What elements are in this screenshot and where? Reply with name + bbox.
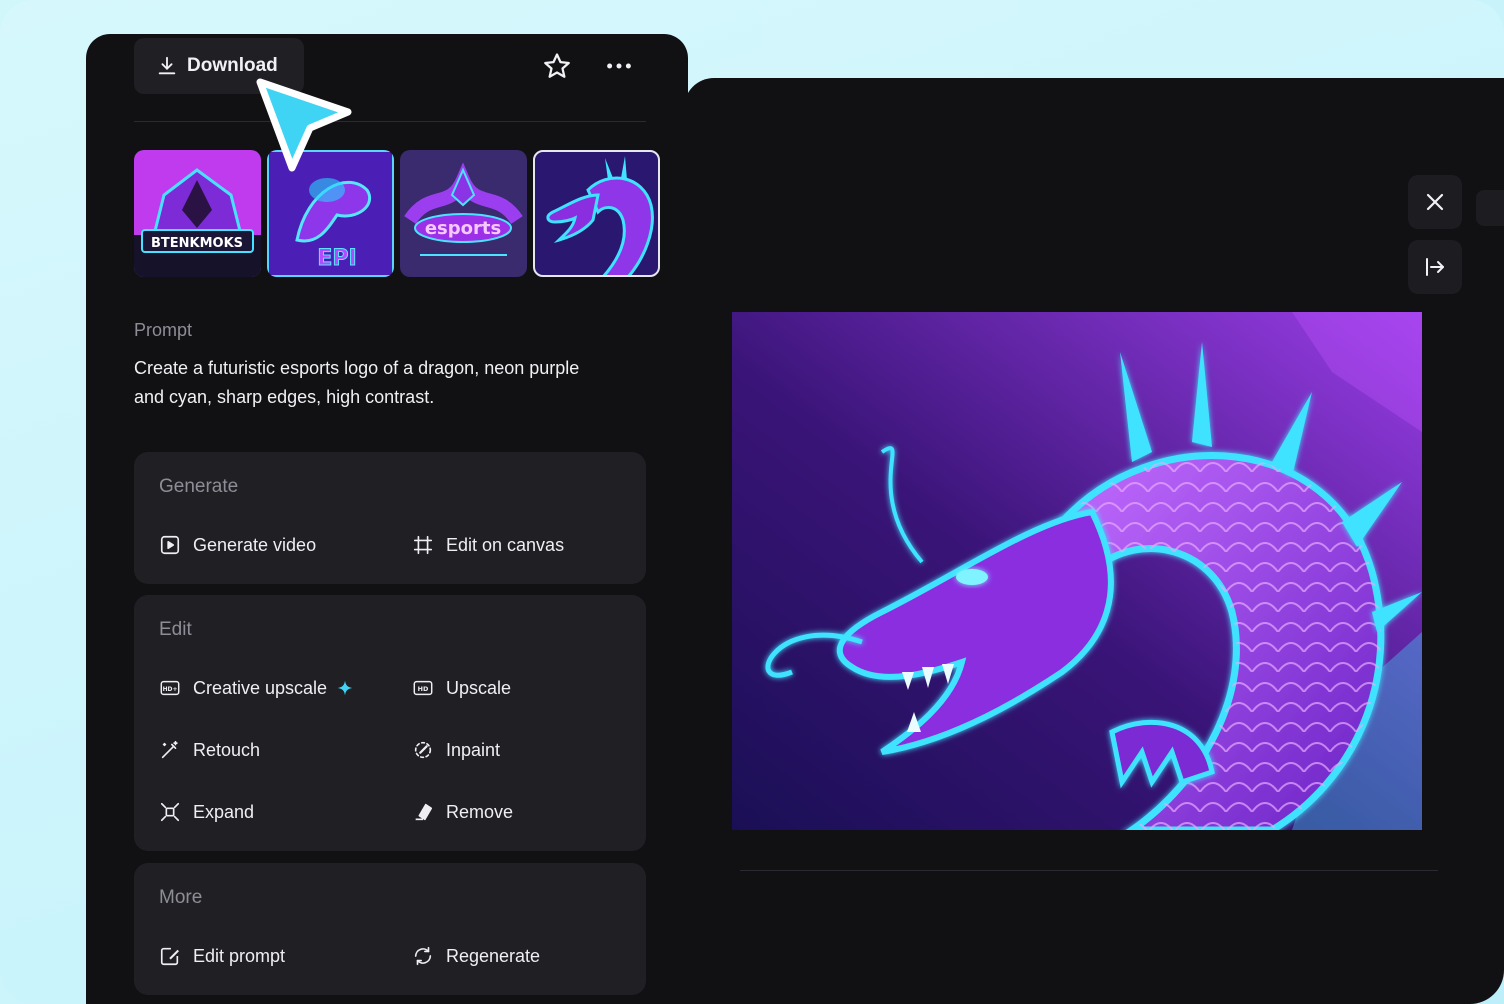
edit-on-canvas-label: Edit on canvas — [446, 534, 565, 555]
regenerate-label: Regenerate — [446, 945, 541, 966]
inpaint-button[interactable]: Inpaint — [412, 739, 500, 761]
remove-button[interactable]: Remove — [412, 801, 513, 823]
hd-plus-icon: HD+ — [160, 680, 180, 696]
eraser-icon — [415, 803, 433, 821]
inpaint-label: Inpaint — [446, 739, 501, 760]
inpaint-brush-icon — [414, 741, 432, 759]
thumbnail-strip: BTENKMOKS EPI esports — [134, 150, 660, 277]
magic-wand-icon — [161, 740, 178, 759]
thumb-btenkmoks[interactable]: BTENKMOKS — [134, 150, 261, 277]
svg-text:EPI: EPI — [317, 246, 356, 271]
more-section-title: More — [159, 887, 203, 908]
play-video-icon — [160, 535, 180, 555]
download-label: Download — [187, 55, 278, 76]
upscale-label: Upscale — [446, 677, 512, 698]
close-icon — [1426, 193, 1444, 211]
regenerate-icon — [414, 946, 432, 966]
edit-prompt-button[interactable]: Edit prompt — [159, 945, 285, 967]
generate-video-button[interactable]: Generate video — [159, 534, 316, 556]
generate-section: Generate Generate video Edit on canvas — [134, 452, 646, 584]
svg-text:esports: esports — [425, 218, 501, 239]
svg-text:HD: HD — [418, 685, 429, 693]
close-button[interactable] — [1408, 175, 1462, 229]
top-divider — [134, 121, 646, 122]
svg-text:HD+: HD+ — [163, 686, 178, 693]
creative-upscale-label: Creative upscale — [193, 677, 328, 698]
retouch-button[interactable]: Retouch — [159, 739, 260, 761]
download-icon — [158, 56, 176, 75]
more-horizontal-icon[interactable] — [604, 51, 634, 81]
generate-section-title: Generate — [159, 476, 239, 497]
details-panel: Download BTENKMOKS EPI esports Prompt Cr… — [86, 34, 688, 1004]
edit-section-title: Edit — [159, 619, 192, 640]
app-frame: Download BTENKMOKS EPI esports Prompt Cr… — [0, 0, 1504, 1004]
viewer-divider — [740, 870, 1438, 871]
expand-icon — [160, 802, 180, 822]
retouch-label: Retouch — [193, 739, 261, 760]
upscale-button[interactable]: HD Upscale — [412, 677, 511, 699]
star-icon[interactable] — [542, 51, 572, 81]
creative-upscale-button[interactable]: HD+ Creative upscale — [159, 677, 353, 699]
remove-label: Remove — [446, 801, 514, 822]
expand-label: Expand — [193, 801, 255, 822]
generate-video-label: Generate video — [193, 534, 317, 555]
edit-prompt-label: Edit prompt — [193, 945, 286, 966]
edit-prompt-icon — [160, 947, 179, 966]
prompt-label: Prompt — [134, 320, 193, 340]
crop-canvas-icon — [413, 535, 433, 555]
collapse-panel-button[interactable] — [1408, 240, 1462, 294]
hd-icon: HD — [413, 680, 433, 696]
collapse-panel-icon — [1426, 258, 1444, 276]
edit-section: Edit HD+ Creative upscale HD Upscale Ret… — [134, 595, 646, 851]
more-section: More Edit prompt Regenerate — [134, 863, 646, 995]
svg-text:BTENKMOKS: BTENKMOKS — [151, 236, 243, 251]
side-tab[interactable] — [1476, 190, 1504, 226]
main-dragon-image — [732, 312, 1422, 830]
regenerate-button[interactable]: Regenerate — [412, 945, 540, 967]
expand-button[interactable]: Expand — [159, 801, 254, 823]
cursor-pointer-icon — [256, 78, 352, 172]
thumb-dragon-neon[interactable] — [533, 150, 660, 277]
edit-on-canvas-button[interactable]: Edit on canvas — [412, 534, 564, 556]
prompt-text: Create a futuristic esports logo of a dr… — [134, 358, 580, 407]
thumb-esports[interactable]: esports — [400, 150, 527, 277]
sparkle-icon — [337, 680, 353, 696]
